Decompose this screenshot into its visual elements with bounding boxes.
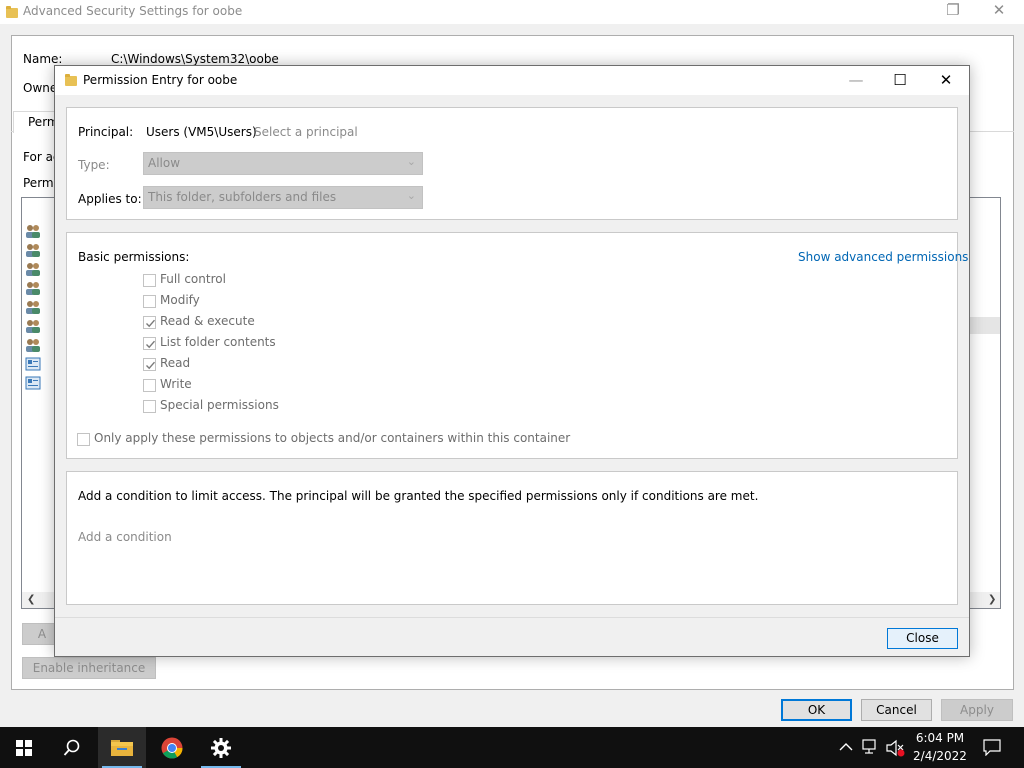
volume-muted-icon[interactable]: [886, 739, 906, 757]
maximize-icon[interactable]: ☐: [877, 66, 923, 95]
restore-icon[interactable]: ❐: [930, 0, 976, 22]
permission-modify[interactable]: Modify: [143, 293, 423, 309]
permission-entry-dialog: Permission Entry for oobe — ☐ ✕ Principa…: [54, 65, 970, 657]
list-selected-row[interactable]: [970, 317, 1000, 334]
network-icon[interactable]: [862, 739, 880, 755]
name-label: Name:: [23, 52, 63, 66]
chevron-down-icon: ⌄: [406, 189, 416, 202]
checkmark-icon: [146, 319, 156, 328]
system-account-icon: [25, 357, 41, 371]
checkbox[interactable]: [143, 274, 156, 287]
clock-date[interactable]: 2/4/2022: [910, 749, 970, 763]
notification-icon[interactable]: [983, 739, 1001, 756]
system-account-icon: [25, 376, 41, 390]
applies-to-dropdown[interactable]: This folder, subfolders and files ⌄: [143, 186, 423, 209]
chevron-down-icon: ⌄: [406, 155, 416, 168]
chrome-button[interactable]: [148, 727, 196, 768]
file-explorer-button[interactable]: [98, 727, 146, 768]
user-group-icon: [26, 244, 40, 257]
user-group-icon: [26, 225, 40, 238]
settings-button[interactable]: [197, 727, 245, 768]
principal-value: Users (VM5\Users): [146, 125, 257, 139]
title-bar: Advanced Security Settings for oobe ❐ ✕: [0, 0, 1024, 24]
permission-full-control[interactable]: Full control: [143, 272, 423, 288]
permission-label: List folder contents: [160, 335, 276, 349]
scroll-right-icon[interactable]: ❯: [988, 594, 996, 605]
footer-divider: [55, 617, 969, 618]
user-group-icon: [26, 282, 40, 295]
only-apply-option[interactable]: Only apply these permissions to objects …: [77, 431, 577, 447]
only-apply-label: Only apply these permissions to objects …: [94, 431, 571, 445]
user-group-icon: [26, 320, 40, 333]
permission-label: Full control: [160, 272, 226, 286]
add-condition-link[interactable]: Add a condition: [78, 530, 172, 544]
condition-panel: Add a condition to limit access. The pri…: [66, 471, 958, 605]
select-principal-link[interactable]: Select a principal: [254, 125, 358, 139]
search-button[interactable]: [48, 727, 96, 768]
close-icon[interactable]: ✕: [976, 0, 1022, 22]
user-group-icon: [26, 339, 40, 352]
window-title: Advanced Security Settings for oobe: [23, 4, 243, 18]
type-dropdown[interactable]: Allow ⌄: [143, 152, 423, 175]
name-value: C:\Windows\System32\oobe: [111, 52, 279, 66]
permission-label: Read & execute: [160, 314, 255, 328]
scroll-left-icon[interactable]: ❮: [27, 594, 35, 605]
gear-icon: [211, 738, 231, 758]
principal-panel: Principal: Users (VM5\Users) Select a pr…: [66, 107, 958, 220]
user-group-icon: [26, 301, 40, 314]
checkbox[interactable]: [143, 295, 156, 308]
windows-logo-icon: [16, 740, 32, 756]
dialog-title: Permission Entry for oobe: [83, 73, 238, 87]
checkbox[interactable]: [143, 379, 156, 392]
close-button[interactable]: Close: [887, 628, 958, 649]
checkbox[interactable]: [143, 337, 156, 350]
permission-read[interactable]: Read: [143, 356, 423, 372]
dialog-title-bar: Permission Entry for oobe — ☐ ✕: [55, 66, 969, 95]
condition-description: Add a condition to limit access. The pri…: [78, 489, 759, 503]
checkbox[interactable]: [143, 316, 156, 329]
permission-special[interactable]: Special permissions: [143, 398, 423, 414]
show-advanced-permissions-link[interactable]: Show advanced permissions: [798, 250, 968, 264]
chevron-up-icon[interactable]: [839, 742, 853, 752]
type-value: Allow: [148, 156, 181, 170]
start-button[interactable]: [0, 727, 48, 768]
checkbox[interactable]: [77, 433, 90, 446]
folder-icon: [65, 74, 77, 86]
owner-label: Owne: [23, 81, 58, 95]
permission-read-execute[interactable]: Read & execute: [143, 314, 423, 330]
clock-time[interactable]: 6:04 PM: [910, 731, 970, 745]
search-icon: [63, 739, 80, 756]
taskbar: 6:04 PM 2/4/2022: [0, 727, 1024, 768]
permission-entries-label: Permi: [23, 176, 57, 190]
checkmark-icon: [146, 361, 156, 370]
folder-icon: [6, 6, 18, 18]
permission-label: Modify: [160, 293, 200, 307]
permission-label: Special permissions: [160, 398, 279, 412]
cancel-button[interactable]: Cancel: [861, 699, 932, 721]
checkbox[interactable]: [143, 358, 156, 371]
type-label: Type:: [78, 158, 110, 172]
close-icon[interactable]: ✕: [923, 66, 969, 95]
permission-label: Write: [160, 377, 192, 391]
enable-inheritance-button[interactable]: Enable inheritance: [22, 657, 156, 679]
applies-to-label: Applies to:: [78, 192, 142, 206]
checkbox[interactable]: [143, 400, 156, 413]
permission-checklist: Full control Modify Read & execute List …: [143, 272, 443, 422]
folder-icon: [111, 740, 133, 756]
basic-permissions-panel: Basic permissions: Show advanced permiss…: [66, 232, 968, 459]
permission-write[interactable]: Write: [143, 377, 423, 393]
tab-permissions[interactable]: Perm: [13, 111, 59, 133]
ok-button[interactable]: OK: [781, 699, 852, 721]
chrome-icon: [161, 737, 183, 759]
checkmark-icon: [146, 340, 156, 349]
permission-list-folder-contents[interactable]: List folder contents: [143, 335, 423, 351]
applies-to-value: This folder, subfolders and files: [148, 190, 337, 204]
apply-button[interactable]: Apply: [941, 699, 1013, 721]
basic-permissions-label: Basic permissions:: [78, 250, 190, 264]
user-group-icon: [26, 263, 40, 276]
minimize-icon[interactable]: —: [833, 66, 879, 95]
principal-label: Principal:: [78, 125, 134, 139]
permission-label: Read: [160, 356, 191, 370]
